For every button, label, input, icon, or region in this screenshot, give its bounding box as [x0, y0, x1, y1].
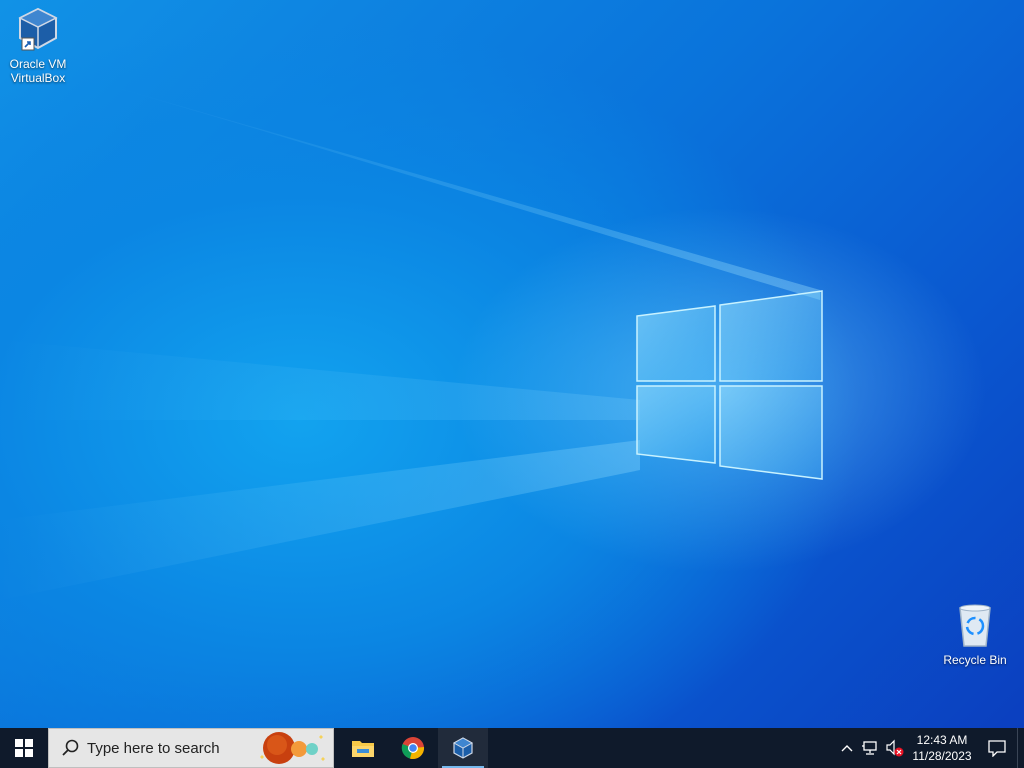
tray-clock[interactable]: 12:43 AM 11/28/2023: [907, 732, 977, 764]
taskbar-app-chrome[interactable]: [388, 728, 438, 768]
volume-muted-icon: [886, 739, 904, 757]
desktop-icon-virtualbox[interactable]: Oracle VM VirtualBox: [0, 6, 76, 85]
taskbar: Type here to search 12:43 AM 11/28/2023: [0, 728, 1024, 768]
file-explorer-icon: [352, 741, 374, 757]
search-placeholder: Type here to search: [87, 739, 220, 757]
search-icon: [62, 739, 79, 756]
notification-icon: [988, 740, 1006, 757]
system-tray: 12:43 AM 11/28/2023: [835, 728, 1024, 768]
tray-overflow-button[interactable]: [835, 744, 859, 752]
desktop-icon-label-line2: VirtualBox: [10, 71, 66, 85]
network-icon: [862, 741, 877, 755]
tray-volume-button[interactable]: [883, 739, 907, 757]
desktop-icon-recycle-bin[interactable]: Recycle Bin: [937, 602, 1013, 667]
desktop-icon-label-line1: Oracle VM: [9, 57, 67, 71]
clock-date: 11/28/2023: [912, 749, 972, 763]
search-box[interactable]: Type here to search: [48, 728, 334, 768]
show-desktop-button[interactable]: [1017, 728, 1024, 768]
taskbar-app-virtualbox[interactable]: [438, 728, 488, 768]
tray-network-button[interactable]: [859, 740, 883, 756]
chevron-up-icon: [841, 745, 853, 752]
recycle-bin-icon: [937, 602, 1013, 651]
desktop-icon-label: Recycle Bin: [943, 653, 1007, 667]
taskbar-app-file-explorer[interactable]: [338, 728, 388, 768]
search-highlight-planets-icon: [260, 732, 325, 764]
start-button[interactable]: [0, 728, 48, 768]
virtualbox-icon: [452, 737, 474, 759]
chrome-icon: [401, 737, 425, 760]
clock-time: 12:43 AM: [916, 733, 968, 747]
action-center-button[interactable]: [977, 739, 1017, 757]
desktop[interactable]: Oracle VM VirtualBox Recycle Bin: [0, 0, 1024, 728]
virtualbox-icon: [0, 6, 76, 55]
windows-start-icon: [15, 739, 33, 757]
windows-logo-wallpaper: [636, 290, 823, 480]
